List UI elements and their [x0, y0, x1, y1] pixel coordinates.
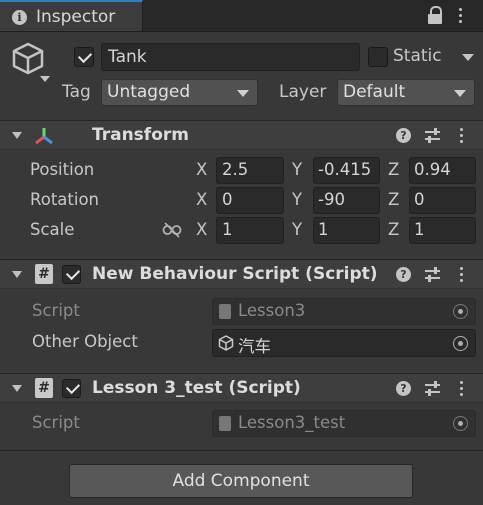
script1-header[interactable]: # New Behaviour Script (Script) ?: [0, 259, 483, 289]
rotation-z-label[interactable]: Z: [388, 190, 399, 209]
position-z-field[interactable]: 0.94: [409, 157, 476, 184]
rotation-x-label[interactable]: X: [196, 190, 207, 209]
position-y-label[interactable]: Y: [292, 160, 302, 179]
transform-title: Transform: [92, 125, 189, 145]
transform-header[interactable]: Transform ?: [0, 120, 483, 150]
tab-menu-icon[interactable]: [459, 8, 463, 26]
object-picker-icon[interactable]: [453, 304, 468, 319]
rotation-x-field[interactable]: 0: [216, 187, 284, 214]
script1-script-label: Script: [32, 301, 80, 320]
script1-script-field: Lesson3: [212, 298, 476, 325]
position-label: Position: [30, 160, 95, 179]
script1-script-value: Lesson3: [238, 301, 306, 320]
help-icon[interactable]: ?: [396, 128, 411, 143]
scale-x-field[interactable]: 1: [216, 217, 284, 244]
icon-dropdown-arrow[interactable]: [40, 76, 50, 82]
other-object-value: 汽车: [238, 337, 271, 356]
script-hash-icon: [219, 304, 231, 319]
help-icon[interactable]: ?: [396, 267, 411, 282]
object-picker-icon[interactable]: [453, 336, 468, 351]
component-menu-icon[interactable]: [460, 267, 464, 285]
script1-enabled-checkbox[interactable]: [62, 265, 81, 284]
position-x-field[interactable]: 2.5: [216, 157, 284, 184]
help-icon[interactable]: ?: [396, 381, 411, 396]
script2-script-field: Lesson3_test: [212, 410, 476, 437]
foldout-arrow-icon[interactable]: [12, 271, 22, 278]
foldout-arrow-icon[interactable]: [12, 132, 22, 139]
scale-y-field[interactable]: 1: [313, 217, 380, 244]
script2-script-label: Script: [32, 413, 80, 432]
script-hash-icon: #: [35, 378, 53, 398]
divider: [0, 450, 483, 451]
tag-label: Tag: [62, 82, 91, 102]
foldout-arrow-icon[interactable]: [12, 385, 22, 392]
add-component-button[interactable]: Add Component: [69, 464, 413, 498]
script2-script-value: Lesson3_test: [238, 413, 346, 432]
transform-icon: [35, 128, 53, 145]
component-menu-icon[interactable]: [460, 381, 464, 399]
script1-title: New Behaviour Script (Script): [92, 264, 378, 284]
name-field[interactable]: Tank: [101, 43, 360, 71]
other-object-field[interactable]: 汽车: [212, 329, 476, 357]
tab-bar: i Inspector: [0, 0, 483, 32]
static-checkbox[interactable]: [368, 47, 388, 67]
active-checkbox[interactable]: [74, 47, 94, 67]
presets-icon[interactable]: [425, 267, 440, 282]
layer-label: Layer: [279, 82, 327, 102]
script-hash-icon: [219, 416, 231, 431]
unlinked-scale-icon[interactable]: [162, 222, 182, 238]
gameobject-cube-icon[interactable]: [11, 41, 45, 79]
scale-label: Scale: [30, 220, 75, 239]
tab-title: Inspector: [36, 7, 116, 27]
presets-icon[interactable]: [425, 381, 440, 396]
other-object-label: Other Object: [32, 332, 138, 351]
lock-icon[interactable]: [428, 6, 442, 24]
position-y-field[interactable]: -0.415: [313, 157, 380, 184]
tag-dropdown[interactable]: Untagged: [101, 79, 258, 106]
presets-icon[interactable]: [425, 128, 440, 143]
scale-y-label[interactable]: Y: [292, 220, 302, 239]
position-z-label[interactable]: Z: [388, 160, 399, 179]
scale-x-label[interactable]: X: [196, 220, 207, 239]
info-icon: i: [12, 10, 27, 25]
script-hash-icon: #: [35, 264, 53, 284]
static-label: Static: [393, 46, 442, 66]
script2-title: Lesson 3_test (Script): [92, 378, 301, 398]
rotation-y-label[interactable]: Y: [292, 190, 302, 209]
layer-dropdown[interactable]: Default: [337, 79, 475, 106]
component-menu-icon[interactable]: [460, 128, 464, 146]
gameobject-icon: [218, 335, 234, 351]
scale-z-label[interactable]: Z: [388, 220, 399, 239]
tab-inspector[interactable]: i Inspector: [0, 0, 143, 31]
script2-enabled-checkbox[interactable]: [62, 379, 81, 398]
static-dropdown-arrow[interactable]: [462, 54, 474, 61]
layer-value: Default: [343, 82, 406, 102]
chevron-down-icon: [454, 90, 466, 97]
rotation-z-field[interactable]: 0: [409, 187, 476, 214]
chevron-down-icon: [237, 90, 249, 97]
position-x-label[interactable]: X: [196, 160, 207, 179]
rotation-label: Rotation: [30, 190, 100, 209]
script2-header[interactable]: # Lesson 3_test (Script) ?: [0, 373, 483, 403]
object-picker-icon[interactable]: [453, 416, 468, 431]
scale-z-field[interactable]: 1: [409, 217, 476, 244]
tag-value: Untagged: [107, 82, 191, 102]
rotation-y-field[interactable]: -90: [313, 187, 380, 214]
